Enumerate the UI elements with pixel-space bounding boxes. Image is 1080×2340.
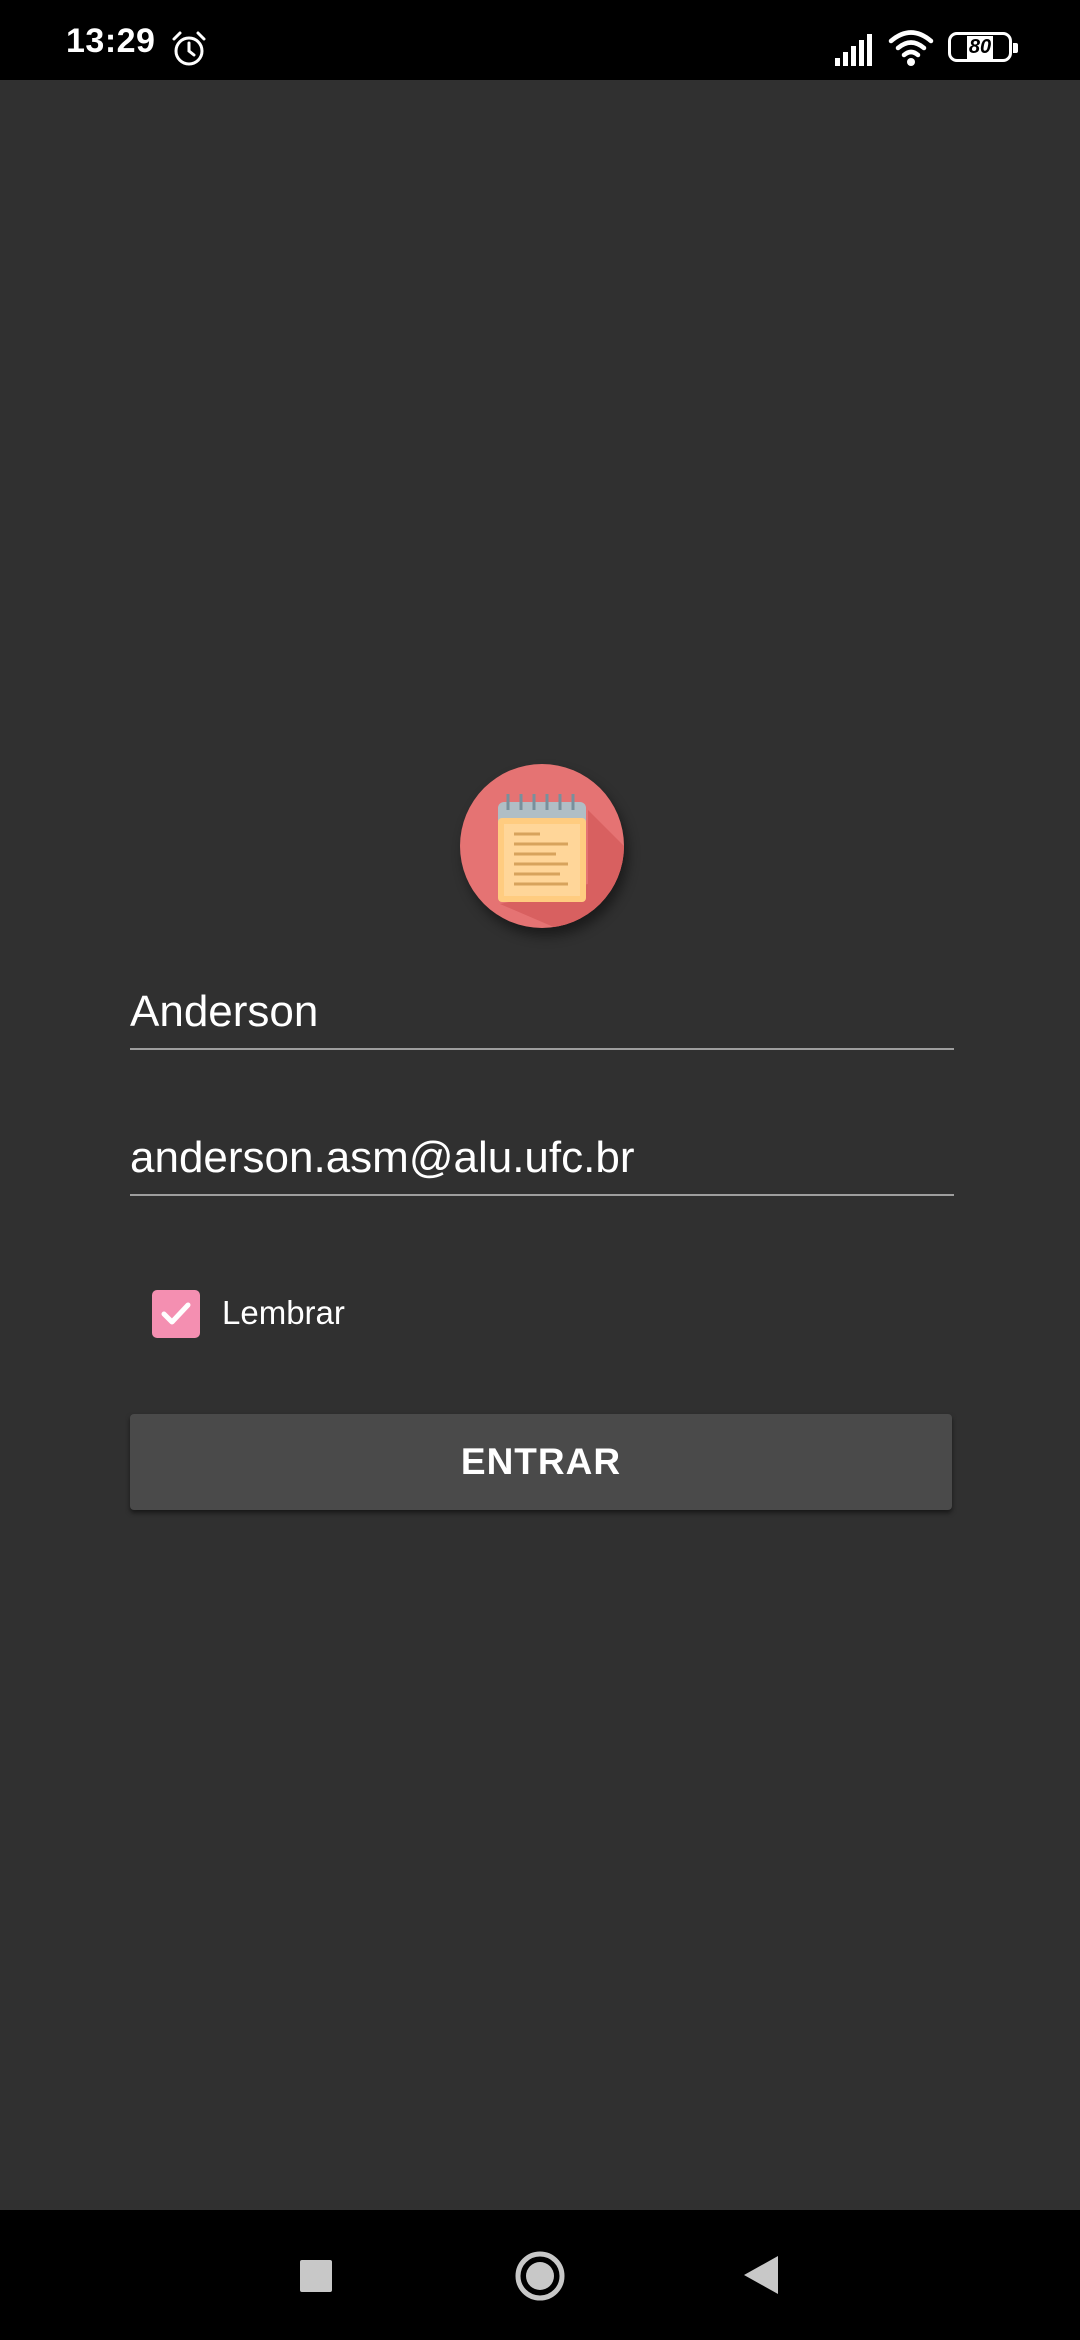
name-field[interactable] xyxy=(130,976,954,1050)
app-logo xyxy=(460,764,624,928)
status-time: 13:29 xyxy=(66,22,156,60)
remember-label[interactable]: Lembrar xyxy=(222,1294,345,1332)
remember-checkbox[interactable] xyxy=(152,1290,200,1338)
enter-button[interactable]: ENTRAR xyxy=(130,1414,952,1510)
status-bar: 13:29 80 xyxy=(0,0,1080,80)
checkmark-icon xyxy=(161,1302,191,1325)
email-input[interactable] xyxy=(130,1122,954,1194)
notepad-icon xyxy=(498,794,624,928)
recents-icon[interactable] xyxy=(300,2260,332,2292)
back-icon[interactable] xyxy=(744,2256,778,2294)
battery-level: 80 xyxy=(966,35,994,59)
home-icon[interactable] xyxy=(514,2250,566,2302)
signal-icon xyxy=(835,34,872,66)
alarm-icon xyxy=(172,31,206,66)
name-input[interactable] xyxy=(130,976,954,1048)
email-field[interactable] xyxy=(130,1122,954,1196)
battery-icon: 80 xyxy=(948,32,1018,62)
navigation-bar xyxy=(0,2210,1080,2340)
wifi-icon xyxy=(888,30,934,66)
